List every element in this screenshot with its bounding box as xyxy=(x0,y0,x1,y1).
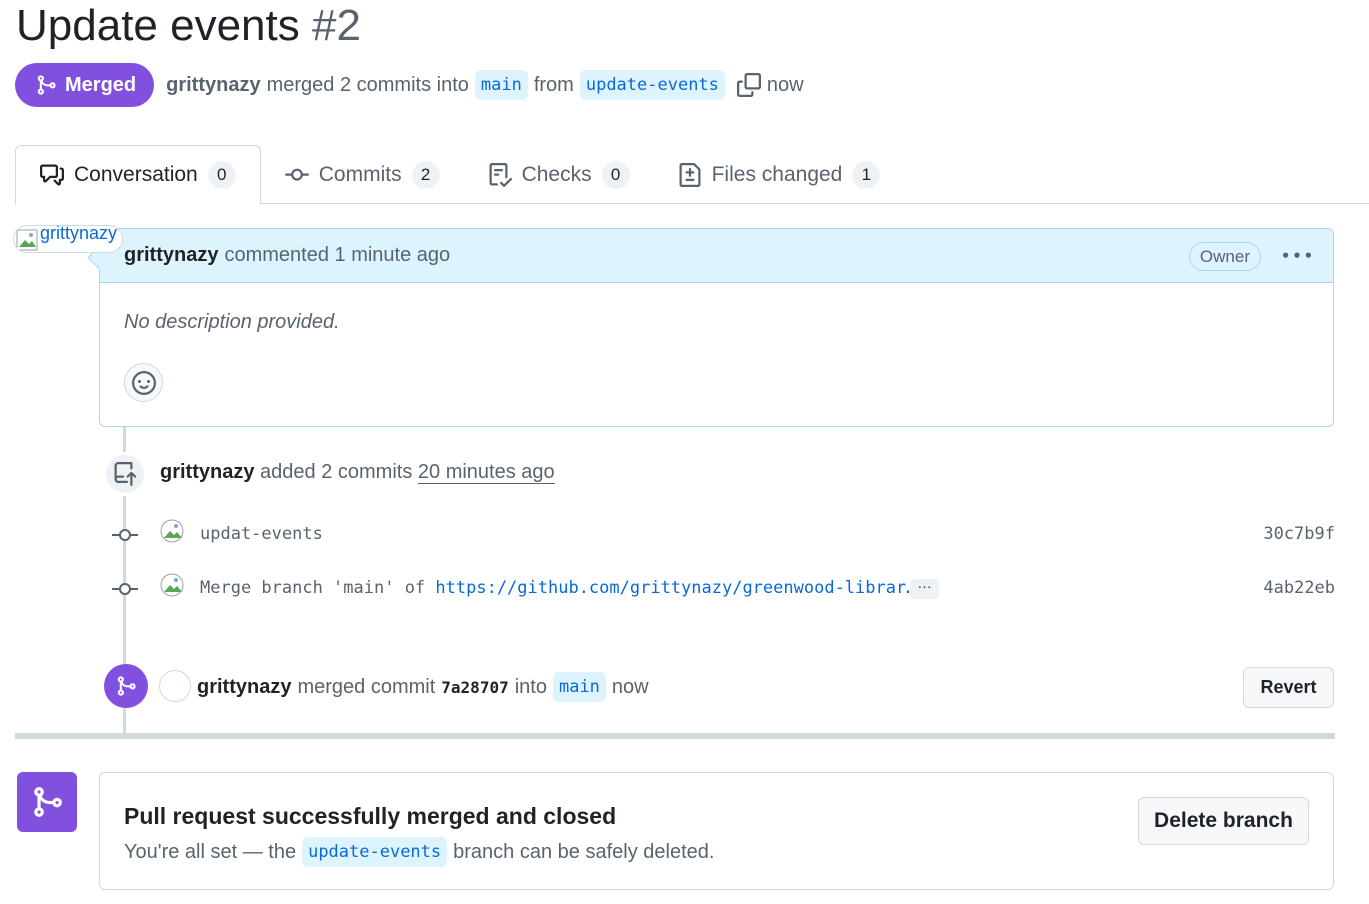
pr-tabs: Conversation 0 Commits 2 Checks 0 Files … xyxy=(15,145,1369,205)
merge-action: merged commit xyxy=(297,675,436,698)
tab-files-changed[interactable]: Files changed 1 xyxy=(654,145,905,204)
tab-conversation-count: 0 xyxy=(207,161,236,189)
copy-icon[interactable] xyxy=(736,73,761,97)
git-merge-icon xyxy=(117,676,136,696)
tab-files-changed-count: 1 xyxy=(852,160,881,189)
git-commit-icon xyxy=(112,583,138,595)
pr-meta-row: Merged grittynazy merged 2 commits into … xyxy=(15,63,804,107)
pr-description-comment: grittynazy commented 1 minute ago Owner … xyxy=(99,228,1334,427)
merge-status-title: Pull request successfully merged and clo… xyxy=(124,803,617,829)
add-reaction-button[interactable] xyxy=(124,363,163,402)
merge-status-box: Pull request successfully merged and clo… xyxy=(99,772,1334,890)
owner-badge: Owner xyxy=(1188,242,1261,271)
from-text: from xyxy=(533,73,574,96)
merge-author-link[interactable]: grittynazy xyxy=(197,676,291,699)
comment-author-avatar[interactable]: grittynazy xyxy=(13,225,123,253)
merged-status-label: Merged xyxy=(65,73,137,96)
delete-branch-button[interactable]: Delete branch xyxy=(1138,797,1309,845)
comment-header: grittynazy commented 1 minute ago Owner xyxy=(100,229,1333,283)
head-branch-label[interactable]: update-events xyxy=(579,70,725,100)
file-diff-icon xyxy=(679,162,701,187)
kebab-horizontal-icon xyxy=(1283,252,1311,258)
merge-time: now xyxy=(611,675,649,698)
commit-row: updat-events 30c7b9f xyxy=(110,519,1335,551)
commit-author-avatar[interactable] xyxy=(160,519,186,545)
checklist-icon xyxy=(489,162,512,187)
comment-author-link[interactable]: grittynazy xyxy=(124,244,218,267)
merge-author-avatar[interactable] xyxy=(159,670,191,702)
comment-body: No description provided. xyxy=(124,311,340,333)
pr-title: Update events #2 xyxy=(16,0,361,52)
git-commit-icon xyxy=(112,529,138,541)
merge-status-branch-label[interactable]: update-events xyxy=(302,837,448,867)
avatar-alt-text: grittynazy xyxy=(40,225,118,243)
push-time-link[interactable]: 20 minutes ago xyxy=(417,461,555,484)
merged-status-badge: Merged xyxy=(15,63,155,107)
push-event-badge xyxy=(103,452,147,496)
commit-author-avatar[interactable] xyxy=(160,573,186,599)
merged-event-text: grittynazy merged commit 7a28707 into ma… xyxy=(197,672,649,702)
push-event-text: grittynazy added 2 commits 20 minutes ag… xyxy=(160,461,555,484)
comment-discussion-icon xyxy=(40,164,64,186)
git-merge-icon xyxy=(37,75,56,95)
tab-checks-count: 0 xyxy=(601,160,630,189)
merge-status-suffix: branch can be safely deleted. xyxy=(453,840,715,863)
merge-base-branch-label[interactable]: main xyxy=(552,672,606,702)
tab-checks-label: Checks xyxy=(521,162,592,186)
merged-text: merged 2 commits into xyxy=(266,73,469,96)
git-commit-icon xyxy=(284,168,309,181)
merge-commit-sha-link[interactable]: 7a28707 xyxy=(441,678,508,697)
comment-action: commented 1 minute ago xyxy=(224,244,451,266)
merge-status-subtitle: You're all set — the update-events branc… xyxy=(124,837,714,867)
push-author-link[interactable]: grittynazy xyxy=(160,461,254,483)
tab-conversation-label: Conversation xyxy=(74,163,198,186)
pr-title-text: Update events xyxy=(16,1,300,50)
merged-status-icon-box xyxy=(17,772,77,832)
tab-commits-label: Commits xyxy=(318,162,402,186)
pr-number: #2 xyxy=(311,1,361,50)
repo-push-icon xyxy=(114,462,137,486)
merged-event-badge xyxy=(104,664,148,708)
tab-conversation[interactable]: Conversation 0 xyxy=(15,145,261,205)
merge-time: now xyxy=(766,73,804,96)
tab-commits[interactable]: Commits 2 xyxy=(261,145,464,204)
broken-image-icon xyxy=(16,229,38,251)
pr-author-link[interactable]: grittynazy xyxy=(166,74,260,97)
commit-message-text: Merge branch 'main' of xyxy=(200,578,436,598)
expand-commit-message-button[interactable]: ··· xyxy=(910,579,939,599)
smiley-icon xyxy=(131,370,156,395)
revert-button[interactable]: Revert xyxy=(1243,667,1334,708)
commit-sha-link[interactable]: 30c7b9f xyxy=(1263,524,1335,544)
commit-message-url-link[interactable]: https://github.com/grittynazy/greenwood-… xyxy=(435,578,916,598)
commit-row: Merge branch 'main' of https://github.co… xyxy=(110,573,1335,605)
timeline-end-divider xyxy=(15,733,1335,739)
tab-files-changed-label: Files changed xyxy=(711,162,843,186)
commit-message[interactable]: Merge branch 'main' of https://github.co… xyxy=(200,578,916,598)
tab-checks[interactable]: Checks 0 xyxy=(464,145,654,204)
merge-into-text: into xyxy=(514,675,547,698)
tab-commits-count: 2 xyxy=(411,160,440,189)
commit-message-link[interactable]: updat-events xyxy=(200,524,323,544)
base-branch-label[interactable]: main xyxy=(474,70,528,100)
git-merge-icon xyxy=(34,787,62,817)
commit-sha-link[interactable]: 4ab22eb xyxy=(1263,578,1335,598)
comment-options-button[interactable] xyxy=(1277,239,1317,273)
merge-status-prefix: You're all set — the xyxy=(124,840,297,863)
push-action: added 2 commits xyxy=(260,461,413,483)
